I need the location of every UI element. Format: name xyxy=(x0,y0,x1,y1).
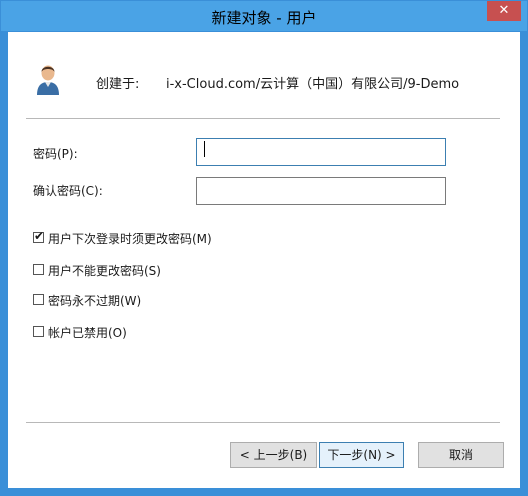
close-button[interactable]: ✕ xyxy=(487,1,521,21)
container-path: i-x-Cloud.com/云计算（中国）有限公司/9-Demo xyxy=(166,77,460,92)
option-label: 帐户已禁用(O) xyxy=(48,326,127,340)
option-label: 用户下次登录时须更改密码(M) xyxy=(48,232,212,246)
dialog-window: 新建对象 - 用户 ✕ 创建于: i-x-Cloud.com/云计算（中国）有限… xyxy=(0,0,528,496)
must-change-password-checkbox[interactable]: ✔ xyxy=(33,229,45,243)
divider-bottom xyxy=(26,422,500,423)
next-button[interactable]: 下一步(N) > xyxy=(319,442,404,468)
close-icon: ✕ xyxy=(498,3,510,18)
cannot-change-password-checkbox[interactable] xyxy=(33,264,44,275)
user-icon xyxy=(34,62,62,96)
divider-top xyxy=(26,118,500,119)
password-label: 密码(P): xyxy=(33,147,78,161)
created-in-label: 创建于: xyxy=(96,77,140,92)
option-label: 用户不能更改密码(S) xyxy=(48,264,161,278)
account-disabled-checkbox[interactable] xyxy=(33,326,44,337)
confirm-password-label: 确认密码(C): xyxy=(33,184,103,198)
dialog-title: 新建对象 - 用户 xyxy=(211,9,317,27)
back-button[interactable]: < 上一步(B) xyxy=(230,442,317,468)
cancel-button[interactable]: 取消 xyxy=(418,442,504,468)
check-icon: ✔ xyxy=(34,229,45,243)
title-bar[interactable]: 新建对象 - 用户 ✕ xyxy=(1,1,527,31)
text-caret xyxy=(204,141,205,157)
confirm-password-input[interactable] xyxy=(196,177,446,205)
password-input[interactable] xyxy=(196,138,446,166)
dialog-content: 创建于: i-x-Cloud.com/云计算（中国）有限公司/9-Demo 密码… xyxy=(8,32,520,488)
option-label: 密码永不过期(W) xyxy=(48,294,142,308)
password-never-expires-checkbox[interactable] xyxy=(33,294,44,305)
